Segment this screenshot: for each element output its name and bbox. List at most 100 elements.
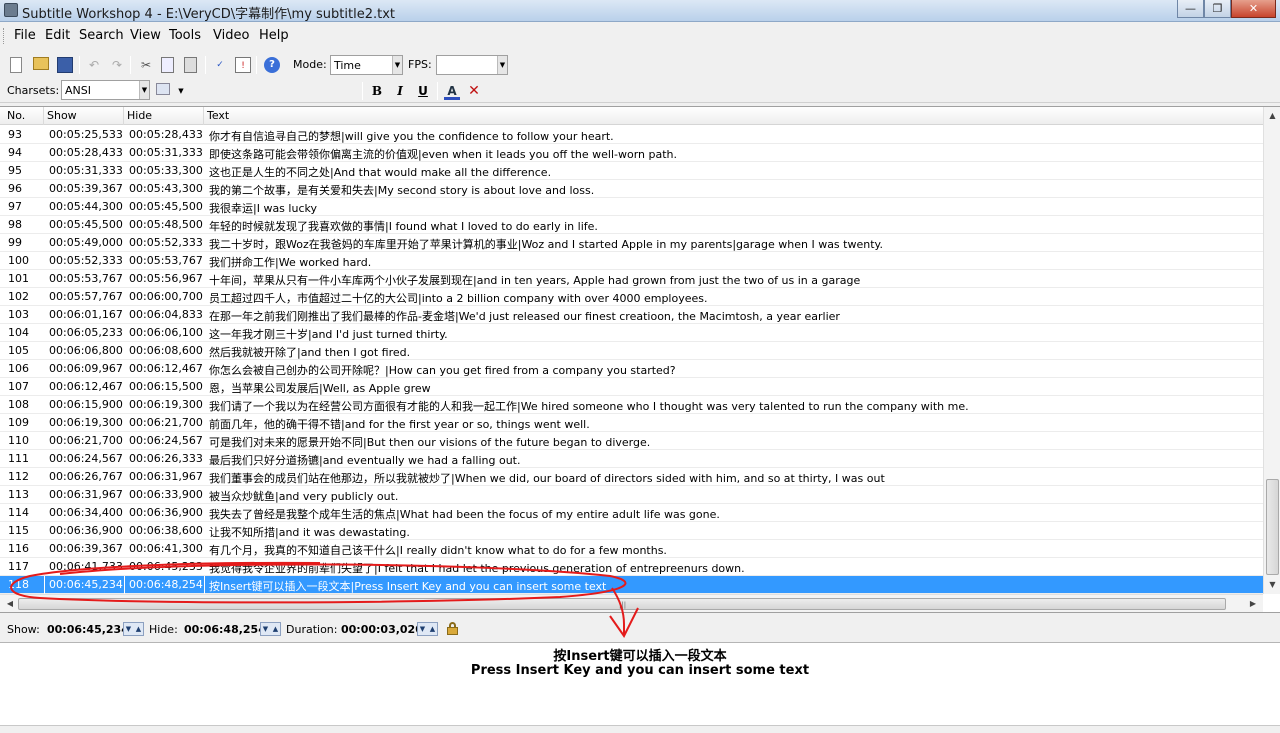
underline-button[interactable]: U <box>415 83 431 99</box>
column-header-hide[interactable]: Hide <box>127 109 152 122</box>
help-icon[interactable]: ? <box>264 57 280 73</box>
scroll-down-icon[interactable]: ▼ <box>1266 578 1279 592</box>
charset-select-value: ANSI <box>65 84 91 97</box>
chevron-down-icon[interactable]: ▼ <box>173 83 189 99</box>
table-row[interactable]: 113 00:06:31,967 00:06:33,900 被当众炒鱿鱼|and ve… <box>0 486 1263 504</box>
charset-select[interactable]: ANSI ▼ <box>61 80 150 100</box>
maximize-button[interactable]: ❐ <box>1204 0 1231 18</box>
save-icon[interactable] <box>57 57 73 73</box>
clear-format-button[interactable]: ✕ <box>466 83 482 99</box>
hide-time-stepper[interactable]: ▼ ▲ <box>260 622 281 636</box>
table-row[interactable]: 98 00:05:45,500 00:05:48,500 年轻的时候就发现了我喜欢做的… <box>0 216 1263 234</box>
copy-icon[interactable] <box>161 57 174 73</box>
lock-icon[interactable] <box>447 622 458 635</box>
table-row[interactable]: 106 00:06:09,967 00:06:12,467 你怎么会被自己创办的公司开… <box>0 360 1263 378</box>
horizontal-scrollbar[interactable]: ◀ ||| ▶ <box>0 594 1263 612</box>
font-color-button[interactable]: A <box>444 83 460 100</box>
table-row[interactable]: 105 00:06:06,800 00:06:08,600 然后我就被开除了|and … <box>0 342 1263 360</box>
subtitle-grid: No. Show Hide Text 93 00:05:25,533 00:05:2… <box>0 106 1280 613</box>
scroll-thumb-horizontal[interactable]: ||| <box>18 598 1226 610</box>
redo-icon[interactable]: ↷ <box>109 57 125 73</box>
italic-button[interactable]: I <box>392 83 408 99</box>
table-row[interactable]: 118 00:06:45,234 00:06:48,254 按Insert键可以插入一… <box>0 576 1263 594</box>
menu-view[interactable]: View <box>130 28 161 43</box>
duration-stepper[interactable]: ▼ ▲ <box>417 622 438 636</box>
table-row[interactable]: 116 00:06:39,367 00:06:41,300 有几个月，我真的不知道自己… <box>0 540 1263 558</box>
table-row[interactable]: 95 00:05:31,333 00:05:33,300 这也正是人生的不同之处|An… <box>0 162 1263 180</box>
show-time-field[interactable]: 00:06:45,234 <box>47 623 129 636</box>
timing-bar: Show: 00:06:45,234 ▼ ▲ Hide: 00:06:48,25… <box>0 617 1280 641</box>
menu-help[interactable]: Help <box>259 28 289 43</box>
close-button[interactable]: ✕ <box>1231 0 1276 18</box>
table-row[interactable]: 110 00:06:21,700 00:06:24,567 可是我们对未来的愿景开始不… <box>0 432 1263 450</box>
menu-search[interactable]: Search <box>79 28 124 43</box>
properties-icon[interactable]: ! <box>235 57 251 73</box>
chevron-up-icon[interactable]: ▲ <box>428 623 437 635</box>
scroll-up-icon[interactable]: ▲ <box>1266 109 1279 123</box>
open-folder-icon[interactable] <box>33 57 49 70</box>
vertical-scrollbar[interactable]: ▲ ▼ <box>1263 107 1280 594</box>
chevron-up-icon[interactable]: ▲ <box>271 623 280 635</box>
app-icon <box>4 3 18 17</box>
table-row[interactable]: 115 00:06:36,900 00:06:38,600 让我不知所措|and it… <box>0 522 1263 540</box>
chevron-down-icon: ▼ <box>392 56 402 74</box>
chevron-up-icon[interactable]: ▲ <box>134 623 143 635</box>
table-row[interactable]: 107 00:06:12,467 00:06:15,500 恩，当苹果公司发展后|We… <box>0 378 1263 396</box>
table-row[interactable]: 111 00:06:24,567 00:06:26,333 最后我们只好分道扬镳|an… <box>0 450 1263 468</box>
cell-no: 116 <box>8 542 29 555</box>
mode-select[interactable]: Time ▼ <box>330 55 403 75</box>
undo-icon[interactable]: ↶ <box>86 57 102 73</box>
table-row[interactable]: 93 00:05:25,533 00:05:28,433 你才有自信追寻自己的梦想|w… <box>0 126 1263 144</box>
cell-no: 114 <box>8 506 29 519</box>
menu-edit[interactable]: Edit <box>45 28 70 43</box>
chevron-down-icon[interactable]: ▼ <box>261 623 270 635</box>
fps-select[interactable]: ▼ <box>436 55 508 75</box>
scroll-thumb[interactable] <box>1266 479 1279 575</box>
column-header-no[interactable]: No. <box>7 109 25 122</box>
cell-text: 我觉得我令企业界的前辈们失望了|I felt that I had let th… <box>209 562 745 575</box>
chevron-down-icon[interactable]: ▼ <box>124 623 133 635</box>
table-row[interactable]: 117 00:06:41,733 00:06:45,233 我觉得我令企业界的前辈们失… <box>0 558 1263 576</box>
column-header-show[interactable]: Show <box>47 109 77 122</box>
table-row[interactable]: 97 00:05:44,300 00:05:45,500 我很幸运|I was luc… <box>0 198 1263 216</box>
scroll-left-icon[interactable]: ◀ <box>4 597 16 610</box>
cell-hide: 00:06:31,967 <box>129 470 203 483</box>
menu-tools[interactable]: Tools <box>169 28 201 43</box>
cell-show: 00:05:25,533 <box>49 128 123 141</box>
spell-check-icon[interactable]: ✓ <box>212 57 228 73</box>
cell-show: 00:05:45,500 <box>49 218 123 231</box>
cell-hide: 00:05:28,433 <box>129 128 203 141</box>
paste-icon[interactable] <box>184 57 197 73</box>
table-row[interactable]: 104 00:06:05,233 00:06:06,100 这一年我才刚三十岁|and… <box>0 324 1263 342</box>
cell-no: 110 <box>8 434 29 447</box>
table-row[interactable]: 94 00:05:28,433 00:05:31,333 即使这条路可能会带领你偏离主… <box>0 144 1263 162</box>
cell-no: 118 <box>8 578 29 591</box>
table-row[interactable]: 103 00:06:01,167 00:06:04,833 在那一年之前我们刚推出了我… <box>0 306 1263 324</box>
minimize-button[interactable]: — <box>1177 0 1204 18</box>
cell-no: 117 <box>8 560 29 573</box>
table-row[interactable]: 100 00:05:52,333 00:05:53,767 我们拼命工作|We wor… <box>0 252 1263 270</box>
table-row[interactable]: 99 00:05:49,000 00:05:52,333 我二十岁时，跟Woz在我爸妈… <box>0 234 1263 252</box>
subtitle-text-editor[interactable]: 按Insert键可以插入一段文本 Press Insert Key and yo… <box>0 642 1280 725</box>
column-header-text[interactable]: Text <box>207 109 229 122</box>
cut-icon[interactable]: ✂ <box>138 57 154 73</box>
table-row[interactable]: 101 00:05:53,767 00:05:56,967 十年间，苹果从只有一件小车… <box>0 270 1263 288</box>
chevron-down-icon[interactable]: ▼ <box>418 623 427 635</box>
menu-video[interactable]: Video <box>213 28 249 43</box>
menu-file[interactable]: File <box>14 28 36 43</box>
new-file-icon[interactable] <box>10 57 22 73</box>
table-row[interactable]: 96 00:05:39,367 00:05:43,300 我的第二个故事，是有关爱和失… <box>0 180 1263 198</box>
table-row[interactable]: 112 00:06:26,767 00:06:31,967 我们董事会的成员们站在他那… <box>0 468 1263 486</box>
bold-button[interactable]: B <box>369 83 385 99</box>
table-row[interactable]: 114 00:06:34,400 00:06:36,900 我失去了曾经是我整个成年生… <box>0 504 1263 522</box>
hide-time-field[interactable]: 00:06:48,254 <box>184 623 266 636</box>
table-row[interactable]: 109 00:06:19,300 00:06:21,700 前面几年，他的确干得不错|… <box>0 414 1263 432</box>
show-time-stepper[interactable]: ▼ ▲ <box>123 622 144 636</box>
duration-field[interactable]: 00:00:03,020 <box>341 623 423 636</box>
column-separator <box>123 107 124 125</box>
book-icon[interactable] <box>156 83 170 95</box>
cell-text: 十年间，苹果从只有一件小车库两个小伙子发展到现在|and in ten year… <box>209 274 861 287</box>
table-row[interactable]: 102 00:05:57,767 00:06:00,700 员工超过四千人，市值超过二… <box>0 288 1263 306</box>
table-row[interactable]: 108 00:06:15,900 00:06:19,300 我们请了一个我以为在经营公… <box>0 396 1263 414</box>
scroll-right-icon[interactable]: ▶ <box>1247 597 1259 610</box>
